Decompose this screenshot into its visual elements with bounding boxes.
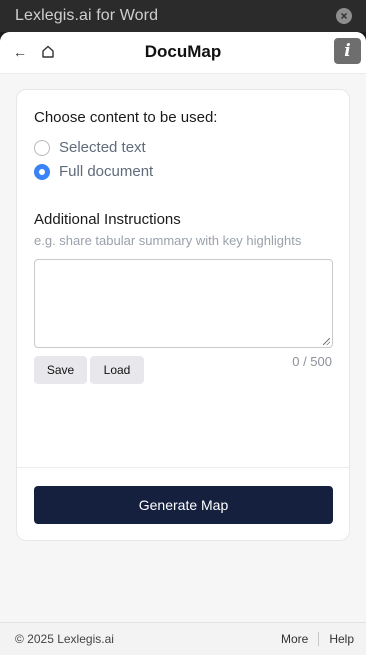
app-header: ← DocuMap i <box>0 32 366 74</box>
full-document-radio[interactable] <box>34 163 50 180</box>
footer-links: More Help <box>281 632 354 646</box>
full-document-label[interactable]: Full document <box>59 163 153 180</box>
divider <box>17 467 349 468</box>
resize-handle-icon[interactable] <box>323 338 330 345</box>
more-link[interactable]: More <box>281 632 308 646</box>
footer: © 2025 Lexlegis.ai More Help <box>0 622 366 655</box>
close-icon[interactable]: × <box>336 8 352 24</box>
info-icon[interactable]: i <box>334 38 361 64</box>
option-selected-text[interactable]: Selected text <box>34 139 146 156</box>
content-choice-label: Choose content to be used: <box>34 109 218 126</box>
option-full-document[interactable]: Full document <box>34 163 153 180</box>
load-button[interactable]: Load <box>90 356 144 384</box>
selected-text-radio[interactable] <box>34 139 50 156</box>
character-counter: 0 / 500 <box>292 354 332 369</box>
documap-card: Choose content to be used: Selected text… <box>16 89 350 541</box>
instructions-hint: e.g. share tabular summary with key high… <box>34 233 302 248</box>
footer-separator <box>318 632 320 646</box>
page-title: DocuMap <box>144 42 222 61</box>
instructions-label: Additional Instructions <box>34 211 181 228</box>
generate-map-button[interactable]: Generate Map <box>34 486 333 524</box>
host-titlebar: Lexlegis.ai for Word × <box>0 0 366 32</box>
window-title: Lexlegis.ai for Word <box>15 7 159 24</box>
copyright: © 2025 Lexlegis.ai <box>15 632 114 646</box>
help-link[interactable]: Help <box>329 632 354 646</box>
instructions-textarea[interactable] <box>34 259 333 348</box>
selected-text-label[interactable]: Selected text <box>59 139 146 156</box>
taskpane: ← DocuMap i Choose content to be used: S… <box>0 32 366 655</box>
save-button[interactable]: Save <box>34 356 87 384</box>
